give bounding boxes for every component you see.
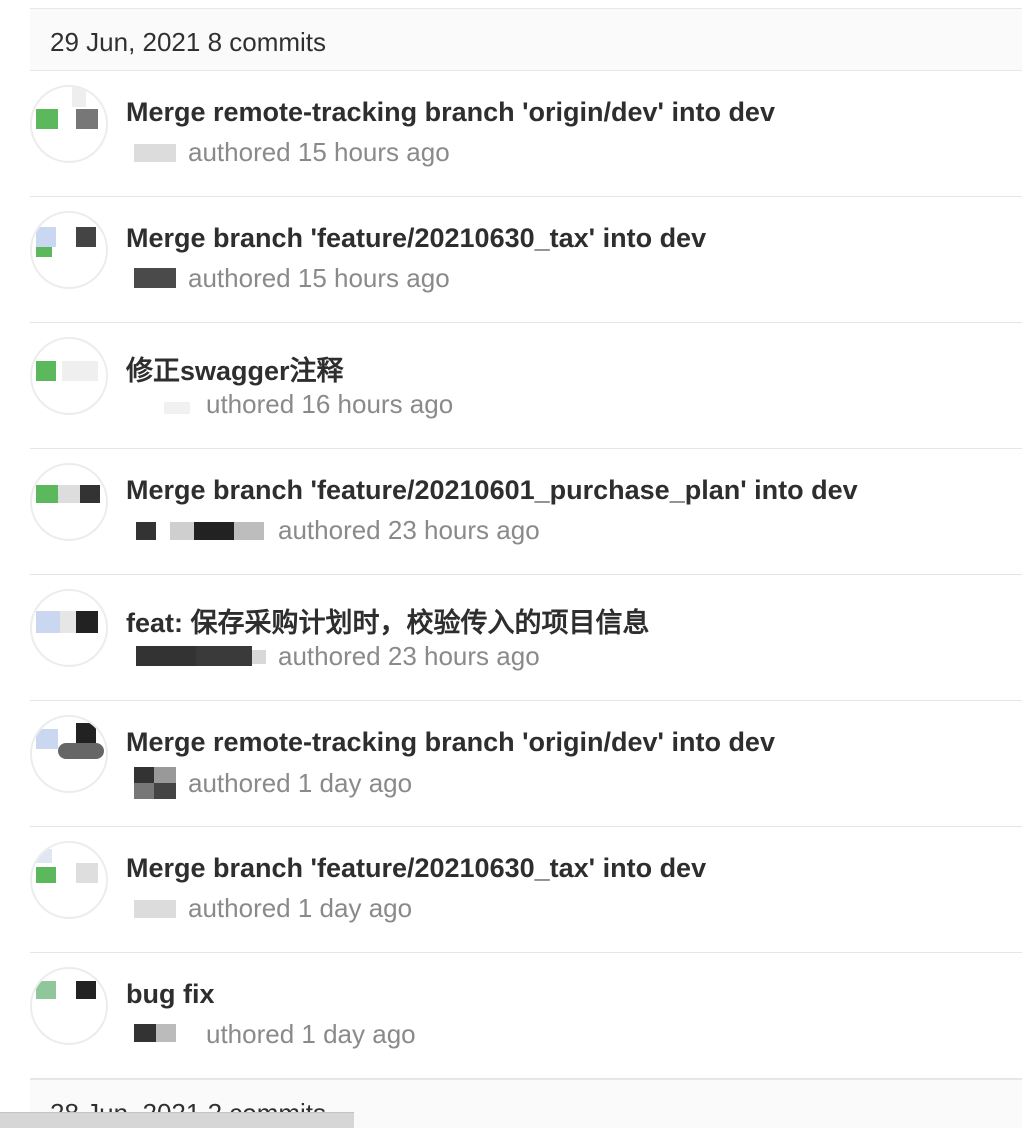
author-name-redacted[interactable]	[126, 645, 266, 668]
author-name-redacted[interactable]	[134, 767, 176, 799]
commit-title-link[interactable]: Merge remote-tracking branch 'origin/dev…	[126, 97, 775, 128]
commit-row[interactable]: Merge remote-tracking branch 'origin/dev…	[30, 701, 1022, 827]
commit-meta: authored 15 hours ago	[134, 263, 450, 297]
author-avatar[interactable]	[30, 589, 108, 667]
author-avatar[interactable]	[30, 337, 108, 415]
commit-meta: authored 23 hours ago	[126, 515, 540, 549]
author-avatar[interactable]	[30, 211, 108, 289]
authored-time: authored 15 hours ago	[188, 137, 450, 167]
authored-time: uthored 1 day ago	[206, 1019, 416, 1049]
commit-meta: authored 15 hours ago	[134, 137, 450, 171]
commit-title-link[interactable]: Merge branch 'feature/20210630_tax' into…	[126, 853, 706, 884]
day-header-label: 29 Jun, 2021 8 commits	[50, 27, 327, 57]
author-name-redacted[interactable]	[134, 394, 194, 416]
authored-time: authored 23 hours ago	[278, 641, 540, 671]
authored-time: authored 1 day ago	[188, 893, 413, 923]
commit-meta: authored 23 hours ago	[126, 641, 540, 675]
authored-time: authored 1 day ago	[188, 767, 413, 798]
commit-row[interactable]: bug fix uthored 1 day ago	[30, 953, 1022, 1079]
author-name-redacted[interactable]	[134, 1023, 194, 1046]
commit-row[interactable]: Merge branch 'feature/20210630_tax' into…	[30, 827, 1022, 953]
commit-title-link[interactable]: 修正swagger注释	[126, 349, 344, 388]
authored-time: authored 23 hours ago	[278, 515, 540, 545]
commit-meta: authored 1 day ago	[134, 893, 412, 927]
horizontal-scrollbar[interactable]	[0, 1112, 354, 1128]
commit-row[interactable]: feat: 保存采购计划时，校验传入的项目信息 authored 23 hour…	[30, 575, 1022, 701]
author-name-redacted[interactable]	[134, 898, 176, 920]
commit-title-link[interactable]: feat: 保存采购计划时，校验传入的项目信息	[126, 601, 650, 640]
commit-row[interactable]: 修正swagger注释 uthored 16 hours ago	[30, 323, 1022, 449]
commit-meta: authored 1 day ago	[134, 767, 412, 801]
commit-row[interactable]: Merge branch 'feature/20210630_tax' into…	[30, 197, 1022, 323]
commit-meta: uthored 16 hours ago	[134, 389, 453, 423]
commit-meta: uthored 1 day ago	[134, 1019, 416, 1053]
authored-time: authored 15 hours ago	[188, 263, 450, 293]
commit-list-page: 29 Jun, 2021 8 commits Merge remote-trac…	[0, 0, 1022, 1128]
day-header: 29 Jun, 2021 8 commits	[30, 8, 1022, 71]
author-name-redacted[interactable]	[126, 520, 266, 542]
commit-row[interactable]: Merge branch 'feature/20210601_purchase_…	[30, 449, 1022, 575]
author-avatar[interactable]	[30, 85, 108, 163]
commit-title-link[interactable]: bug fix	[126, 979, 215, 1010]
author-avatar[interactable]	[30, 841, 108, 919]
commit-row[interactable]: Merge remote-tracking branch 'origin/dev…	[30, 71, 1022, 197]
author-name-redacted[interactable]	[134, 142, 176, 164]
authored-time: uthored 16 hours ago	[206, 389, 454, 419]
commit-title-link[interactable]: Merge remote-tracking branch 'origin/dev…	[126, 727, 775, 758]
commit-title-link[interactable]: Merge branch 'feature/20210630_tax' into…	[126, 223, 706, 254]
author-avatar[interactable]	[30, 967, 108, 1045]
author-name-redacted[interactable]	[134, 267, 176, 290]
author-avatar[interactable]	[30, 463, 108, 541]
commit-title-link[interactable]: Merge branch 'feature/20210601_purchase_…	[126, 475, 858, 506]
author-avatar[interactable]	[30, 715, 108, 793]
